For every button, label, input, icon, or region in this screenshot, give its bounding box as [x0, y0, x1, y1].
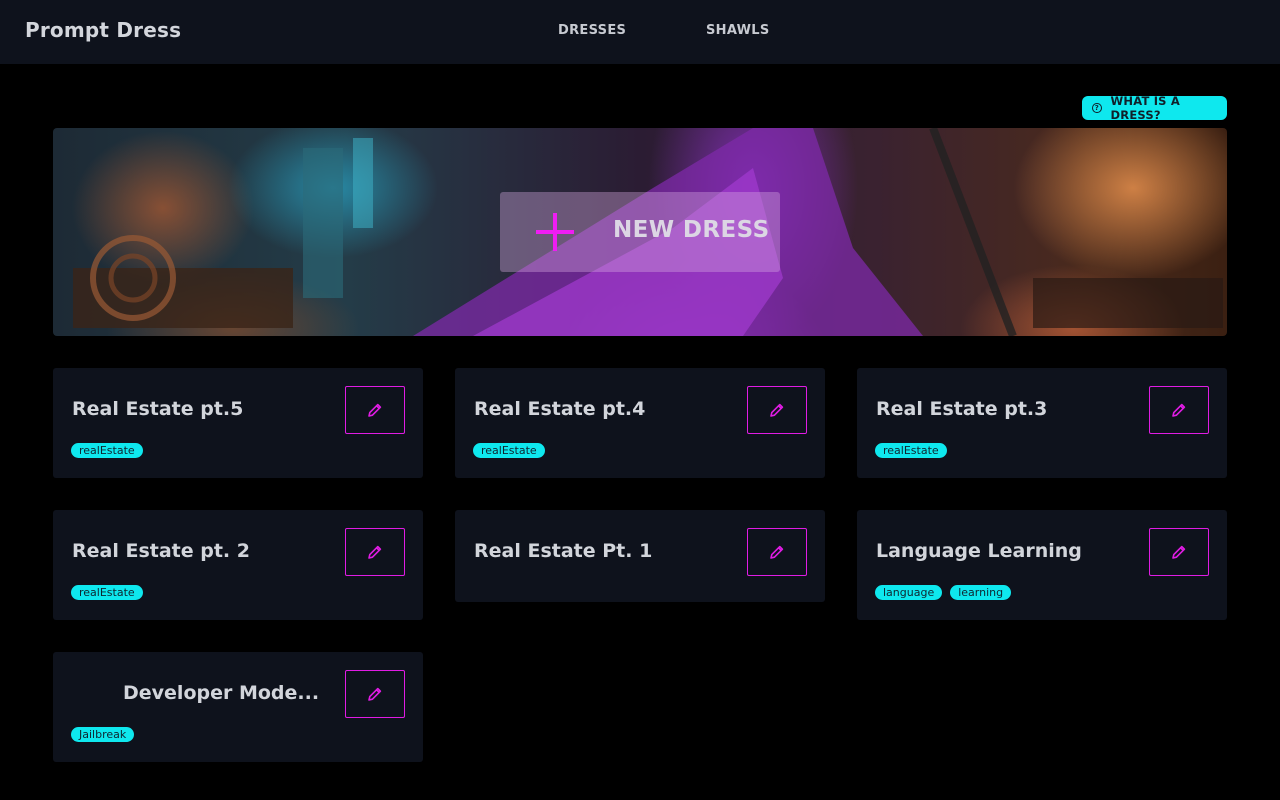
- new-dress-label: NEW DRESS: [613, 217, 770, 243]
- dress-card-title: Developer Mode...: [123, 682, 320, 704]
- edit-button[interactable]: [345, 670, 405, 718]
- edit-button[interactable]: [345, 528, 405, 576]
- dress-card-title: Real Estate Pt. 1: [474, 540, 653, 562]
- question-circle-icon: ?: [1092, 103, 1102, 113]
- pencil-icon: [1172, 403, 1186, 417]
- dress-card-title: Real Estate pt.3: [876, 398, 1048, 420]
- dress-card[interactable]: Real Estate pt. 2 realEstate: [53, 510, 423, 620]
- nav-link-dresses[interactable]: DRESSES: [558, 23, 626, 38]
- dress-card[interactable]: Language Learning language learning: [857, 510, 1227, 620]
- edit-button[interactable]: [1149, 386, 1209, 434]
- dress-card-title: Real Estate pt. 2: [72, 540, 250, 562]
- top-nav-bar: Prompt Dress DRESSES SHAWLS: [0, 0, 1280, 64]
- edit-button[interactable]: [345, 386, 405, 434]
- plus-icon: [536, 213, 574, 251]
- dress-card[interactable]: Real Estate pt.5 realEstate: [53, 368, 423, 478]
- brand-title[interactable]: Prompt Dress: [25, 18, 181, 42]
- dress-card[interactable]: Real Estate Pt. 1: [455, 510, 825, 602]
- what-is-a-dress-label: WHAT IS A DRESS?: [1110, 94, 1180, 122]
- nav-link-shawls[interactable]: SHAWLS: [706, 23, 770, 38]
- dress-card-title: Language Learning: [876, 540, 1082, 562]
- pencil-icon: [368, 687, 382, 701]
- edit-button[interactable]: [747, 386, 807, 434]
- tag[interactable]: Jailbreak: [71, 727, 135, 742]
- pencil-icon: [368, 545, 382, 559]
- dress-card-title: Real Estate pt.4: [474, 398, 646, 420]
- tag[interactable]: realEstate: [71, 585, 143, 600]
- pencil-icon: [770, 545, 784, 559]
- pencil-icon: [1172, 545, 1186, 559]
- new-dress-button[interactable]: NEW DRESS: [500, 192, 780, 272]
- tag[interactable]: learning: [950, 585, 1012, 600]
- edit-button[interactable]: [747, 528, 807, 576]
- dress-card[interactable]: Real Estate pt.4 realEstate: [455, 368, 825, 478]
- dress-card[interactable]: Developer Mode... Jailbreak: [53, 652, 423, 762]
- dress-card-title: Real Estate pt.5: [72, 398, 244, 420]
- dress-card[interactable]: Real Estate pt.3 realEstate: [857, 368, 1227, 478]
- edit-button[interactable]: [1149, 528, 1209, 576]
- pencil-icon: [770, 403, 784, 417]
- tag[interactable]: realEstate: [71, 443, 143, 458]
- what-is-a-dress-button[interactable]: ? WHAT IS A DRESS?: [1082, 94, 1227, 122]
- tag[interactable]: realEstate: [875, 443, 947, 458]
- tag[interactable]: realEstate: [473, 443, 545, 458]
- tag[interactable]: language: [875, 585, 943, 600]
- pencil-icon: [368, 403, 382, 417]
